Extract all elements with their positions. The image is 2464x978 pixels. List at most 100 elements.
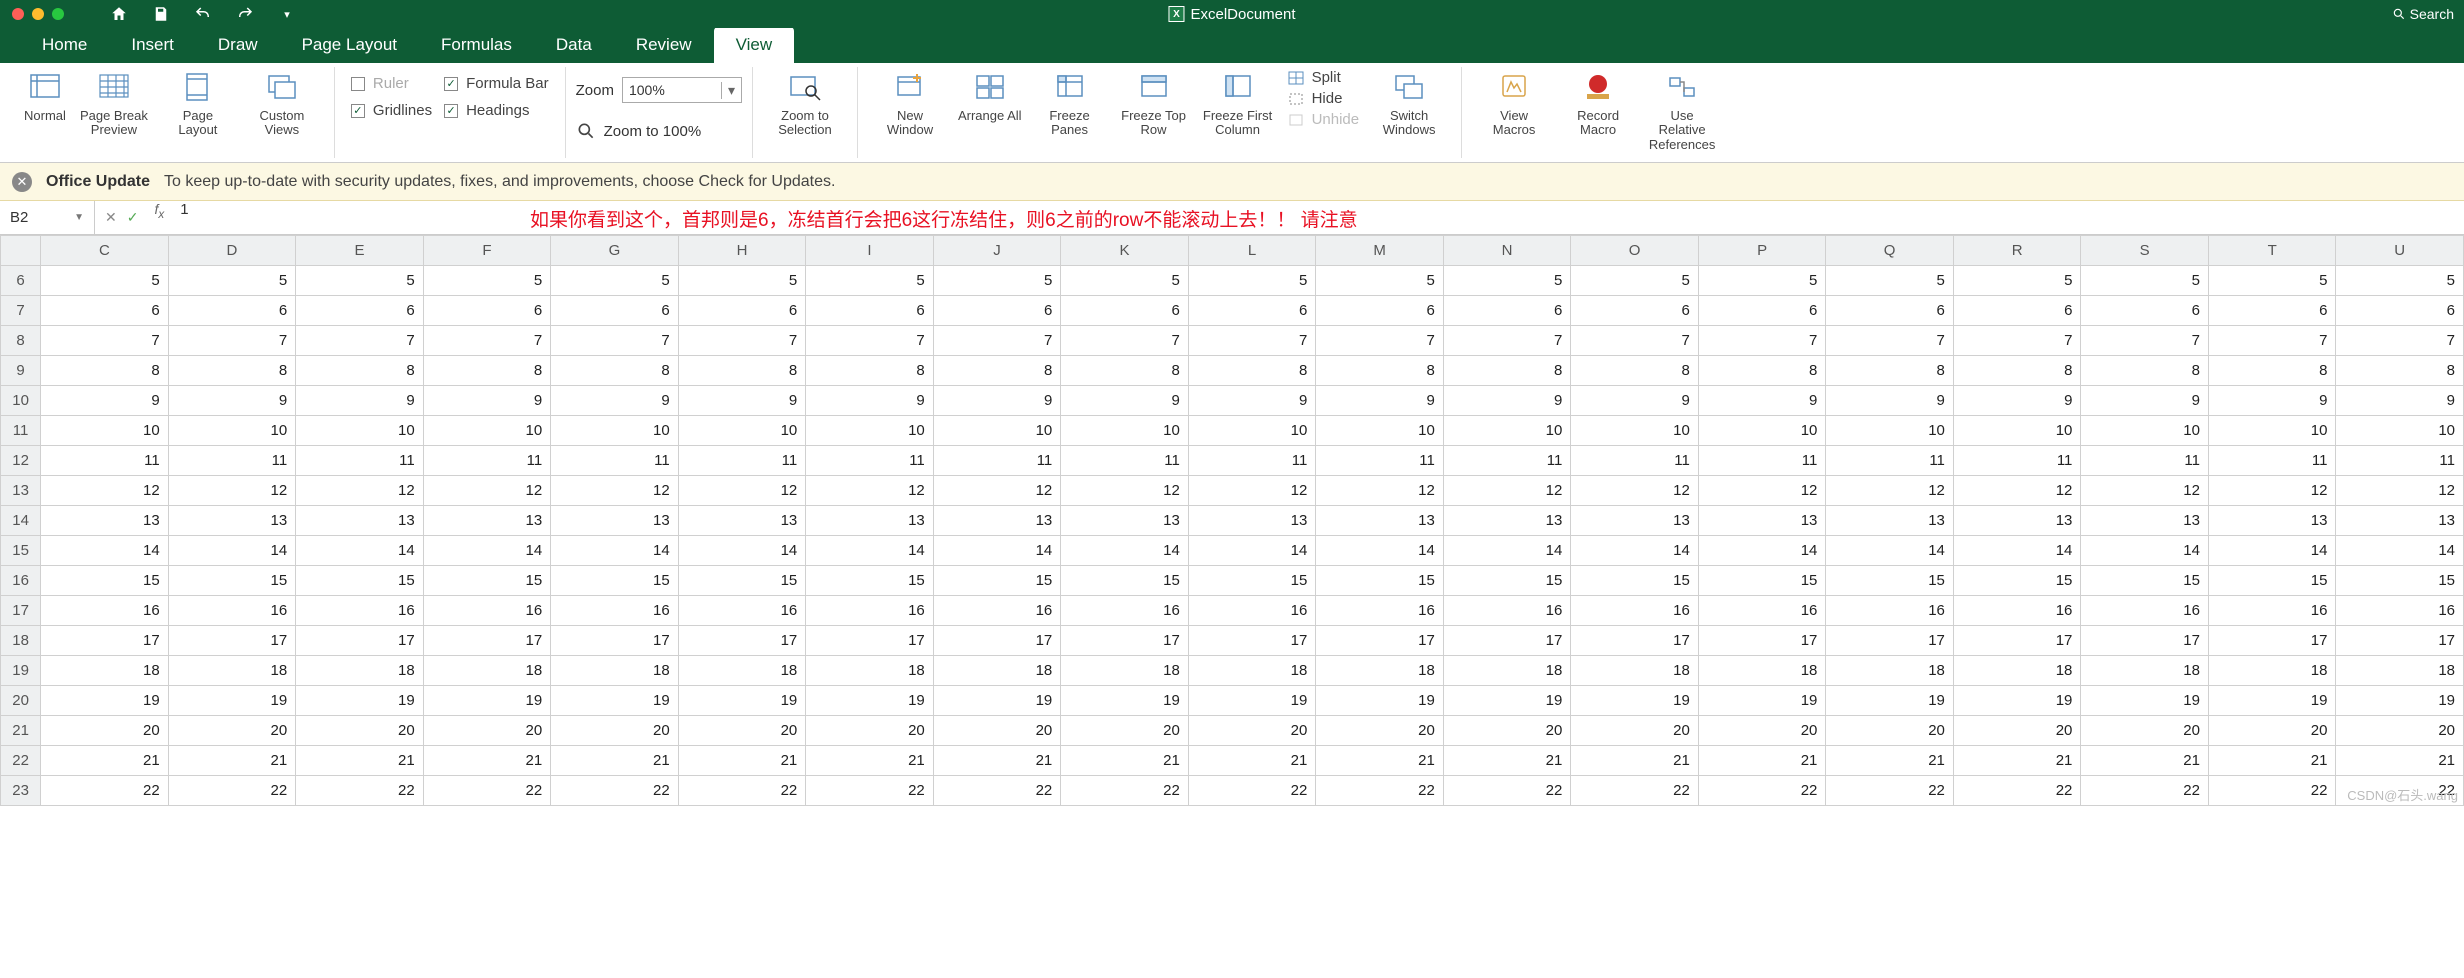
cell[interactable]: 20 [678, 716, 806, 746]
cell[interactable]: 14 [1443, 536, 1571, 566]
cell[interactable]: 16 [1826, 596, 1954, 626]
cell[interactable]: 15 [2336, 566, 2464, 596]
cell[interactable]: 11 [1316, 446, 1444, 476]
cell[interactable]: 14 [168, 536, 296, 566]
close-message-icon[interactable]: ✕ [12, 172, 32, 192]
cell[interactable]: 12 [806, 476, 934, 506]
cell[interactable]: 11 [2081, 446, 2209, 476]
cell[interactable]: 14 [933, 536, 1061, 566]
cell[interactable]: 19 [168, 686, 296, 716]
cell[interactable]: 5 [1571, 266, 1699, 296]
cell[interactable]: 14 [41, 536, 169, 566]
cell[interactable]: 8 [1061, 356, 1189, 386]
column-header[interactable]: D [168, 236, 296, 266]
cell[interactable]: 18 [1443, 656, 1571, 686]
column-header[interactable]: R [1953, 236, 2081, 266]
cell[interactable]: 5 [2336, 266, 2464, 296]
column-header[interactable]: E [296, 236, 424, 266]
cell[interactable]: 8 [423, 356, 551, 386]
cell[interactable]: 7 [2208, 326, 2336, 356]
cell[interactable]: 19 [296, 686, 424, 716]
cell[interactable]: 18 [1316, 656, 1444, 686]
cell[interactable]: 8 [41, 356, 169, 386]
cell[interactable]: 15 [2081, 566, 2209, 596]
cell[interactable]: 22 [551, 776, 679, 806]
cell[interactable]: 22 [1188, 776, 1316, 806]
cell[interactable]: 15 [551, 566, 679, 596]
cell[interactable]: 14 [1061, 536, 1189, 566]
cell[interactable]: 10 [2336, 416, 2464, 446]
cell[interactable]: 10 [806, 416, 934, 446]
cell[interactable]: 19 [2081, 686, 2209, 716]
row-header[interactable]: 7 [1, 296, 41, 326]
cell[interactable]: 18 [296, 656, 424, 686]
row-header[interactable]: 20 [1, 686, 41, 716]
cell[interactable]: 22 [678, 776, 806, 806]
cell[interactable]: 10 [2208, 416, 2336, 446]
cell[interactable]: 15 [2208, 566, 2336, 596]
cell[interactable]: 7 [933, 326, 1061, 356]
cell[interactable]: 20 [1953, 716, 2081, 746]
cell[interactable]: 19 [41, 686, 169, 716]
cell[interactable]: 11 [168, 446, 296, 476]
cell[interactable]: 17 [1698, 626, 1826, 656]
cell[interactable]: 18 [1188, 656, 1316, 686]
cell[interactable]: 5 [423, 266, 551, 296]
cell[interactable]: 20 [1571, 716, 1699, 746]
cell[interactable]: 19 [2336, 686, 2464, 716]
cell[interactable]: 19 [1953, 686, 2081, 716]
cell[interactable]: 5 [551, 266, 679, 296]
cell[interactable]: 18 [1571, 656, 1699, 686]
cell[interactable]: 18 [806, 656, 934, 686]
cell[interactable]: 12 [1443, 476, 1571, 506]
cell[interactable]: 22 [1571, 776, 1699, 806]
cell[interactable]: 10 [1826, 416, 1954, 446]
cell[interactable]: 18 [41, 656, 169, 686]
column-header[interactable]: O [1571, 236, 1699, 266]
cell[interactable]: 7 [296, 326, 424, 356]
cell[interactable]: 17 [933, 626, 1061, 656]
cell[interactable]: 5 [678, 266, 806, 296]
normal-view-button[interactable]: Normal [18, 69, 72, 123]
cell[interactable]: 17 [423, 626, 551, 656]
cell[interactable]: 15 [168, 566, 296, 596]
headings-checkbox[interactable]: ✓Headings [444, 102, 549, 119]
cell[interactable]: 6 [806, 296, 934, 326]
zoom-100-button[interactable]: Zoom to 100% [576, 117, 702, 141]
custom-views-button[interactable]: Custom Views [240, 69, 324, 138]
cell[interactable]: 5 [1698, 266, 1826, 296]
cell[interactable]: 20 [806, 716, 934, 746]
cell[interactable]: 10 [551, 416, 679, 446]
cell[interactable]: 12 [678, 476, 806, 506]
cell[interactable]: 8 [2081, 356, 2209, 386]
cell[interactable]: 5 [168, 266, 296, 296]
cell[interactable]: 9 [1061, 386, 1189, 416]
switch-windows-button[interactable]: Switch Windows [1367, 69, 1451, 138]
cell[interactable]: 15 [933, 566, 1061, 596]
cell[interactable]: 13 [2336, 506, 2464, 536]
cell[interactable]: 13 [1316, 506, 1444, 536]
cell[interactable]: 9 [1953, 386, 2081, 416]
cell[interactable]: 17 [2081, 626, 2209, 656]
cell[interactable]: 6 [1698, 296, 1826, 326]
column-header[interactable]: Q [1826, 236, 1954, 266]
cell[interactable]: 20 [296, 716, 424, 746]
cell[interactable]: 10 [423, 416, 551, 446]
cell[interactable]: 15 [1188, 566, 1316, 596]
cancel-formula-icon[interactable]: ✕ [105, 209, 117, 226]
cell[interactable]: 17 [678, 626, 806, 656]
cell[interactable]: 21 [1188, 746, 1316, 776]
cell[interactable]: 14 [1826, 536, 1954, 566]
cell[interactable]: 5 [41, 266, 169, 296]
cell[interactable]: 12 [296, 476, 424, 506]
cell[interactable]: 20 [423, 716, 551, 746]
cell[interactable]: 16 [1188, 596, 1316, 626]
cell[interactable]: 20 [933, 716, 1061, 746]
cell[interactable]: 13 [933, 506, 1061, 536]
cell[interactable]: 13 [678, 506, 806, 536]
column-header[interactable]: M [1316, 236, 1444, 266]
cell[interactable]: 20 [168, 716, 296, 746]
cell[interactable]: 10 [1698, 416, 1826, 446]
cell[interactable]: 7 [41, 326, 169, 356]
cell[interactable]: 9 [806, 386, 934, 416]
